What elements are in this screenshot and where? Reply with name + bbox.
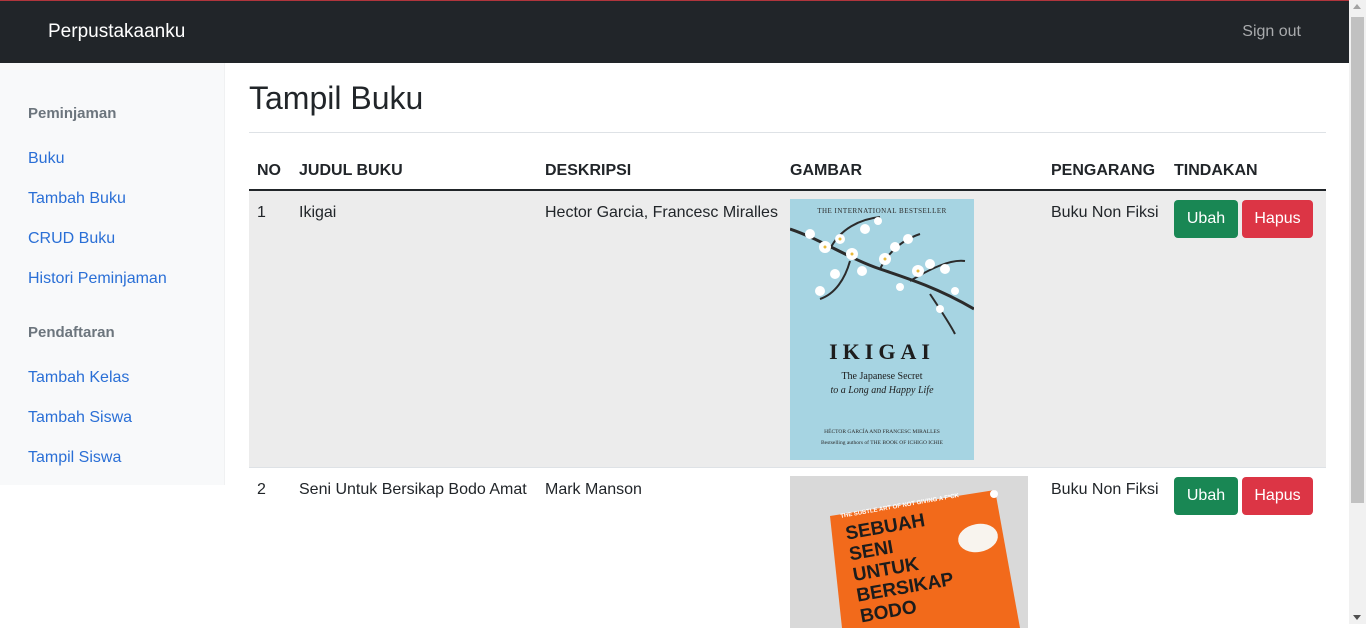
cell-no: 2 <box>257 481 266 498</box>
table-row: 1 Ikigai Hector Garcia, Francesc Miralle… <box>249 191 1326 468</box>
cell-judul: Seni Untuk Bersikap Bodo Amat <box>299 481 527 498</box>
header-no: NO <box>257 162 281 179</box>
sidebar-item-buku[interactable]: Buku <box>28 150 64 168</box>
cell-no: 1 <box>257 204 266 221</box>
cell-deskripsi: Mark Manson <box>545 481 642 498</box>
cover-authors: HÉCTOR GARCÍA AND FRANCESC MIRALLES <box>824 429 940 435</box>
sign-out-link[interactable]: Sign out <box>1242 23 1301 41</box>
header-gambar: GAMBAR <box>790 162 862 179</box>
header-pengarang: PENGARANG <box>1051 162 1156 179</box>
delete-button[interactable]: Hapus <box>1242 200 1313 238</box>
title-divider <box>249 132 1326 133</box>
cover-top-text: THE INTERNATIONAL BESTSELLER <box>817 207 947 215</box>
table-header: NO JUDUL BUKU DESKRIPSI GAMBAR PENGARANG… <box>249 153 1326 191</box>
sidebar-heading-pendaftaran: Pendaftaran <box>28 324 115 341</box>
scrollbar-thumb[interactable] <box>1351 17 1364 503</box>
book-cover-image: THE INTERNATIONAL BESTSELLER IKIGAI The … <box>790 199 974 460</box>
cover-tagline: Bestselling authors of THE BOOK OF ICHIG… <box>821 440 943 446</box>
sidebar-item-tampil-siswa[interactable]: Tampil Siswa <box>28 449 121 467</box>
delete-button[interactable]: Hapus <box>1242 477 1313 515</box>
header-deskripsi: DESKRIPSI <box>545 162 632 179</box>
cell-deskripsi: Hector Garcia, Francesc Miralles <box>545 204 778 221</box>
scroll-down-arrow-icon[interactable] <box>1353 615 1361 620</box>
cover-subtitle-1: The Japanese Secret <box>841 371 923 382</box>
sidebar-item-histori-peminjaman[interactable]: Histori Peminjaman <box>28 270 167 288</box>
brand-link[interactable]: Perpustakaanku <box>48 21 185 43</box>
edit-button[interactable]: Ubah <box>1174 477 1238 515</box>
book-cover-image: THE SUBTLE ART OF NOT GIVING A F*CK SEBU… <box>790 476 1028 628</box>
cover-subtitle-2: to a Long and Happy Life <box>830 385 934 396</box>
top-navbar: Perpustakaanku Sign out <box>0 0 1349 63</box>
edit-button[interactable]: Ubah <box>1174 200 1238 238</box>
page-title: Tampil Buku <box>249 80 424 116</box>
cell-judul: Ikigai <box>299 204 337 221</box>
cover-title: IKIGAI <box>829 339 935 364</box>
scroll-up-arrow-icon[interactable] <box>1353 4 1361 9</box>
cell-pengarang: Buku Non Fiksi <box>1051 481 1159 498</box>
sidebar: Peminjaman Buku Tambah Buku CRUD Buku Hi… <box>0 63 225 485</box>
cell-pengarang: Buku Non Fiksi <box>1051 204 1159 221</box>
sidebar-item-tambah-buku[interactable]: Tambah Buku <box>28 190 126 208</box>
ikigai-cover-art <box>790 199 974 460</box>
sidebar-heading-peminjaman: Peminjaman <box>28 105 117 122</box>
sidebar-item-tambah-siswa[interactable]: Tambah Siswa <box>28 409 132 427</box>
sidebar-item-crud-buku[interactable]: CRUD Buku <box>28 230 115 248</box>
header-judul: JUDUL BUKU <box>299 162 403 179</box>
sidebar-item-tambah-kelas[interactable]: Tambah Kelas <box>28 369 129 387</box>
header-tindakan: TINDAKAN <box>1174 162 1258 179</box>
table-row: 2 Seni Untuk Bersikap Bodo Amat Mark Man… <box>249 468 1326 628</box>
cover-title-lines: SEBUAH SENI UNTUK BERSIKAP BODO <box>844 507 959 627</box>
vertical-scrollbar[interactable] <box>1349 0 1366 624</box>
books-table: NO JUDUL BUKU DESKRIPSI GAMBAR PENGARANG… <box>249 153 1326 628</box>
